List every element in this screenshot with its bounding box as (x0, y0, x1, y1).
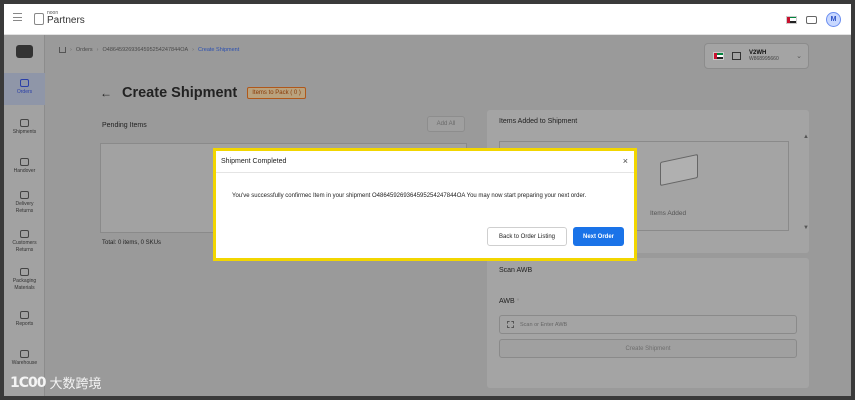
back-arrow-icon[interactable]: ← (100, 86, 112, 100)
sidebar-logo-icon[interactable] (16, 45, 33, 58)
packaging-icon (20, 268, 29, 276)
empty-box-icon (660, 153, 698, 187)
pending-items-title: Pending Items (102, 122, 147, 129)
close-icon[interactable]: × (623, 156, 628, 166)
breadcrumb-orders[interactable]: Orders (76, 47, 93, 53)
add-all-button[interactable]: Add All (427, 116, 465, 132)
watermark-logo: 1C00 (10, 374, 46, 391)
create-shipment-button[interactable]: Create Shipment (499, 339, 797, 358)
logo-mark-icon (34, 12, 44, 25)
awb-input[interactable]: Scan or Enter AWB (499, 315, 797, 334)
items-added-title: Items Added to Shipment (499, 118, 578, 125)
scroll-up-icon[interactable]: ▲ (803, 134, 809, 140)
page-header: ← Create Shipment Items to Pack ( 0 ) (100, 85, 306, 101)
truck-icon (20, 119, 29, 127)
sidebar-item-reports[interactable]: Reports (4, 311, 45, 328)
handover-icon (20, 158, 29, 166)
orders-icon (20, 79, 29, 87)
sidebar-item-customers-returns[interactable]: Customers Returns (4, 230, 45, 254)
awb-placeholder: Scan or Enter AWB (520, 321, 568, 328)
watermark-text: 大数跨境 (49, 377, 102, 392)
modal-message: You've successfully confirmec Item in yo… (232, 193, 587, 199)
next-order-button[interactable]: Next Order (573, 227, 624, 246)
scroll-down-icon[interactable]: ▼ (803, 225, 809, 231)
back-to-order-listing-button[interactable]: Back to Order Listing (487, 227, 567, 246)
sidebar-item-shipments[interactable]: Shipments (4, 119, 45, 136)
items-added-empty-text: Items Added (650, 210, 687, 217)
store-flag-icon (713, 52, 724, 60)
chevron-down-icon: ⌄ (796, 53, 802, 60)
menu-icon[interactable] (13, 13, 22, 21)
logo-big-text: Partners (47, 15, 85, 26)
store-icon (732, 52, 741, 60)
scan-awb-card: Scan AWB AWB * Scan or Enter AWB Create … (487, 258, 809, 388)
items-to-pack-badge: Items to Pack ( 0 ) (247, 87, 306, 99)
watermark: 1C00 大数跨境 (10, 373, 102, 393)
customer-returns-icon (20, 230, 29, 238)
sidebar-item-warehouse[interactable]: Warehouse (4, 350, 45, 367)
avatar[interactable]: M (826, 12, 841, 27)
mail-icon[interactable] (806, 15, 817, 24)
breadcrumb-order-id[interactable]: O486459269364595254247844OA (103, 47, 189, 53)
breadcrumb-current: Create Shipment (197, 47, 240, 53)
pending-total: Total: 0 items, 0 SKUs (102, 240, 162, 246)
scan-awb-title: Scan AWB (499, 267, 533, 274)
awb-label: AWB * (499, 298, 520, 305)
scan-icon (507, 321, 514, 328)
page-title: Create Shipment (122, 85, 238, 101)
noon-partners-logo[interactable]: noon Partners (34, 11, 85, 26)
sidebar-item-orders[interactable]: Orders (4, 73, 45, 105)
reports-icon (20, 311, 29, 319)
warehouse-icon (20, 350, 29, 358)
sidebar: Orders Shipments Handover Delivery Retur… (4, 35, 45, 396)
shipment-completed-modal: Shipment Completed × You've successfully… (213, 148, 637, 261)
modal-title: Shipment Completed (221, 158, 287, 165)
modal-header: Shipment Completed × (216, 151, 634, 173)
uae-flag-icon[interactable] (786, 15, 797, 24)
home-icon[interactable] (59, 47, 66, 53)
store-id: W868995660 (749, 55, 779, 62)
delivery-returns-icon (20, 191, 29, 199)
breadcrumb: › Orders › O486459269364595254247844OA ›… (59, 47, 239, 53)
store-selector[interactable]: V2WH W868995660 ⌄ (704, 43, 809, 69)
sidebar-item-delivery-returns[interactable]: Delivery Returns (4, 191, 45, 215)
sidebar-item-handover[interactable]: Handover (4, 158, 45, 175)
top-bar: noon Partners M (4, 4, 851, 35)
sidebar-item-packaging-materials[interactable]: Packaging Materials (4, 268, 45, 292)
